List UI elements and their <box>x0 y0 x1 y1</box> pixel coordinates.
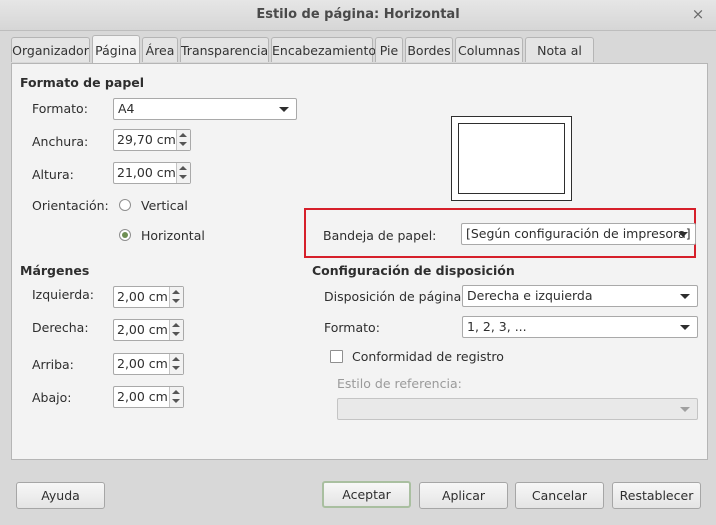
height-stepper[interactable] <box>176 163 190 183</box>
help-button[interactable]: Ayuda <box>16 482 105 509</box>
format-select[interactable]: A4 <box>113 98 297 120</box>
chevron-down-icon <box>279 107 289 112</box>
paper-tray-value: [Según configuración de impresora] <box>466 226 691 241</box>
arrow-up-icon[interactable] <box>172 323 180 327</box>
arrow-up-icon[interactable] <box>172 290 180 294</box>
orientation-horizontal-radio[interactable] <box>119 229 131 241</box>
numbering-format-value: 1, 2, 3, ... <box>467 319 527 334</box>
arrow-down-icon[interactable] <box>172 366 180 370</box>
paper-format-heading: Formato de papel <box>20 75 145 90</box>
format-label: Formato: <box>32 101 88 116</box>
arrow-down-icon[interactable] <box>179 142 187 146</box>
tab-organizador[interactable]: Organizador <box>11 37 90 62</box>
apply-button[interactable]: Aplicar <box>419 482 508 509</box>
tab-encabezamiento[interactable]: Encabezamiento <box>271 37 376 62</box>
reference-style-select[interactable] <box>337 398 698 420</box>
window-title: Estilo de página: Horizontal <box>256 7 460 22</box>
tab-transparencia[interactable]: Transparencia <box>180 37 269 62</box>
margin-right-spinbox[interactable]: 2,00 cm <box>113 319 184 341</box>
format-select-value: A4 <box>118 101 135 116</box>
margin-right-stepper[interactable] <box>169 320 183 340</box>
tab-pie[interactable]: Pie <box>375 37 403 62</box>
margin-top-spinbox[interactable]: 2,00 cm <box>113 353 184 375</box>
arrow-down-icon[interactable] <box>172 399 180 403</box>
ok-button[interactable]: Aceptar <box>322 481 411 508</box>
arrow-up-icon[interactable] <box>179 166 187 170</box>
page-layout-value: Derecha e izquierda <box>467 288 593 303</box>
orientation-horizontal-label[interactable]: Horizontal <box>141 228 205 243</box>
arrow-down-icon[interactable] <box>172 332 180 336</box>
margin-right-value: 2,00 cm <box>117 322 168 337</box>
margin-bottom-label: Abajo: <box>32 390 72 405</box>
cancel-button[interactable]: Cancelar <box>515 482 604 509</box>
tab-nota-al-pie[interactable]: Nota al pie <box>525 37 594 83</box>
arrow-down-icon[interactable] <box>172 299 180 303</box>
paper-tray-label: Bandeja de papel: <box>323 228 437 243</box>
margin-right-label: Derecha: <box>32 320 89 335</box>
page-preview-margins <box>458 123 565 194</box>
register-true-label[interactable]: Conformidad de registro <box>352 349 504 364</box>
width-label: Anchura: <box>32 134 89 149</box>
orientation-label: Orientación: <box>32 198 109 213</box>
height-spinbox[interactable]: 21,00 cm <box>113 162 191 184</box>
margins-heading: Márgenes <box>20 263 90 278</box>
tab-bordes[interactable]: Bordes <box>405 37 453 62</box>
chevron-down-icon <box>680 294 690 299</box>
reset-button[interactable]: Restablecer <box>612 482 701 509</box>
margin-top-stepper[interactable] <box>169 354 183 374</box>
margin-left-value: 2,00 cm <box>117 289 168 304</box>
title-bar: Estilo de página: Horizontal × <box>0 0 716 31</box>
page-layout-label: Disposición de página: <box>324 289 466 304</box>
margin-top-value: 2,00 cm <box>117 356 168 371</box>
margin-left-spinbox[interactable]: 2,00 cm <box>113 286 184 308</box>
chevron-down-icon <box>678 232 688 237</box>
arrow-down-icon[interactable] <box>179 175 187 179</box>
arrow-up-icon[interactable] <box>172 390 180 394</box>
orientation-vertical-radio[interactable] <box>119 199 131 211</box>
chevron-down-icon <box>680 407 690 412</box>
margin-left-stepper[interactable] <box>169 287 183 307</box>
tab-columnas[interactable]: Columnas <box>455 37 523 62</box>
arrow-up-icon[interactable] <box>172 357 180 361</box>
margin-bottom-stepper[interactable] <box>169 387 183 407</box>
close-icon[interactable]: × <box>688 4 708 24</box>
numbering-format-select[interactable]: 1, 2, 3, ... <box>462 316 698 338</box>
page-layout-select[interactable]: Derecha e izquierda <box>462 285 698 307</box>
height-label: Altura: <box>32 167 74 182</box>
margin-bottom-value: 2,00 cm <box>117 389 168 404</box>
margin-top-label: Arriba: <box>32 357 74 372</box>
page-preview <box>451 116 572 201</box>
page-tab-panel: Formato de papel Formato: A4 Anchura: 29… <box>11 63 708 460</box>
height-value: 21,00 cm <box>117 165 176 180</box>
orientation-vertical-label[interactable]: Vertical <box>141 198 188 213</box>
arrow-up-icon[interactable] <box>179 133 187 137</box>
width-stepper[interactable] <box>176 130 190 150</box>
register-true-checkbox[interactable] <box>330 350 343 363</box>
margin-left-label: Izquierda: <box>32 287 94 302</box>
chevron-down-icon <box>680 325 690 330</box>
tab-area[interactable]: Área <box>142 37 178 62</box>
margin-bottom-spinbox[interactable]: 2,00 cm <box>113 386 184 408</box>
layout-settings-heading: Configuración de disposición <box>312 263 515 278</box>
width-spinbox[interactable]: 29,70 cm <box>113 129 191 151</box>
width-value: 29,70 cm <box>117 132 176 147</box>
reference-style-label: Estilo de referencia: <box>337 376 462 391</box>
numbering-format-label: Formato: <box>324 320 380 335</box>
tab-pagina[interactable]: Página <box>92 35 140 63</box>
paper-tray-select[interactable]: [Según configuración de impresora] <box>461 223 696 245</box>
